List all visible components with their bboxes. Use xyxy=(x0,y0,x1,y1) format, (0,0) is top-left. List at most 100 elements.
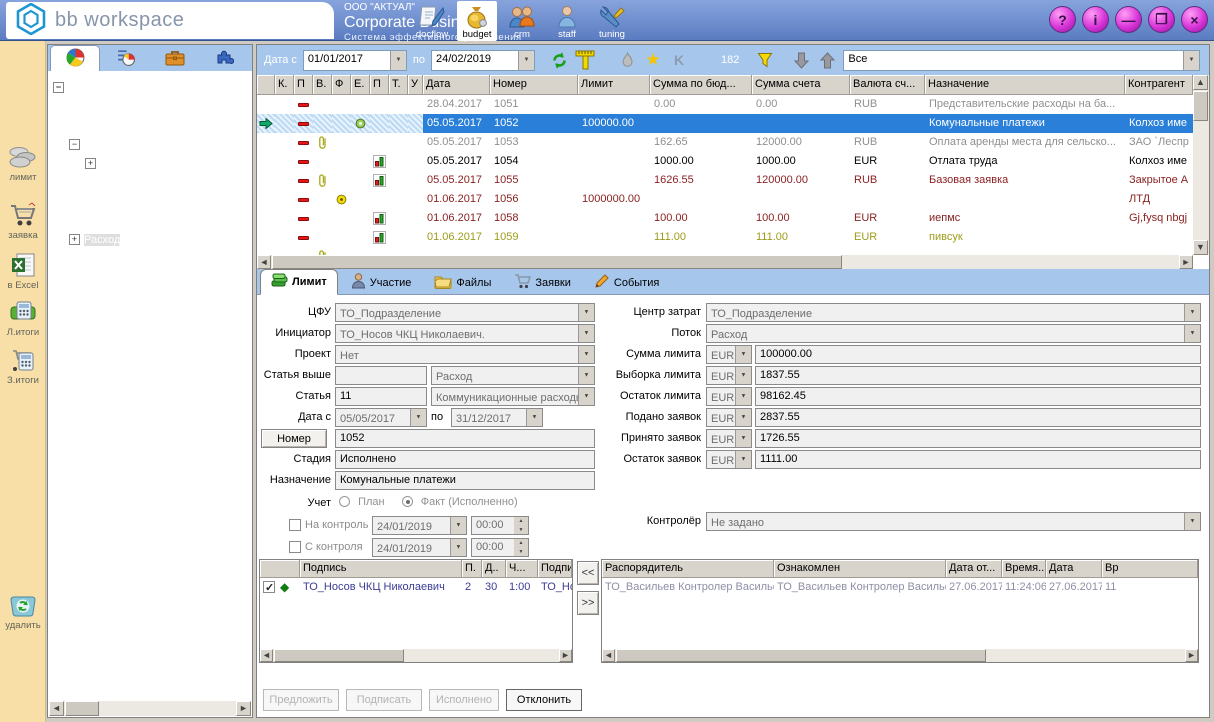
controller-select[interactable]: Не задано xyxy=(706,512,1201,531)
chevron-down-icon[interactable] xyxy=(410,409,426,426)
table-row[interactable]: 05.05.201710551626.55120000.00RUBБазовая… xyxy=(257,171,1193,190)
cfu-select[interactable]: ТО_Подразделение xyxy=(335,303,595,322)
chevron-down-icon[interactable] xyxy=(1184,304,1200,321)
column-header[interactable]: Ч... xyxy=(506,560,538,578)
column-header[interactable]: Валюта сч... xyxy=(850,75,925,95)
tree-tab-pie[interactable] xyxy=(50,45,100,71)
sidebar-item-coins[interactable]: лимит xyxy=(0,141,46,183)
on-control-date-select[interactable]: 24/01/2019 xyxy=(372,516,467,535)
from-control-time-spinner[interactable] xyxy=(514,538,529,557)
manager-row[interactable]: ТО_Васильев Контролер ВасильевичТО_Васил… xyxy=(602,578,1198,597)
module-docflow[interactable]: docflow xyxy=(412,1,452,41)
tree-item[interactable]: +Комиссионные доходы xyxy=(49,154,251,173)
column-header[interactable]: Т. xyxy=(389,75,408,95)
column-header[interactable]: Номер xyxy=(490,75,578,95)
tree-item[interactable]: −Бюджетообразующие статьи xyxy=(49,78,251,97)
collapse-signers-button[interactable]: << xyxy=(577,561,599,585)
favorites-star-icon[interactable]: ★ xyxy=(643,49,663,71)
number-field[interactable]: 1052 xyxy=(335,429,595,448)
flow-select[interactable]: Расход xyxy=(706,324,1201,343)
column-header[interactable]: Сумма счета xyxy=(752,75,850,95)
date-from-select[interactable]: 01/01/2017 xyxy=(303,50,407,71)
money-value-field[interactable]: 2837.55 xyxy=(755,408,1201,427)
grid-vertical-scrollbar[interactable]: ▲ ▼ xyxy=(1193,75,1209,255)
column-header[interactable]: У xyxy=(408,75,423,95)
scroll-thumb[interactable] xyxy=(272,255,842,269)
category-filter-select[interactable]: Все xyxy=(843,50,1200,71)
currency-select[interactable]: EUR xyxy=(706,408,752,427)
chevron-down-icon[interactable] xyxy=(450,539,466,556)
money-value-field[interactable]: 98162.45 xyxy=(755,387,1201,406)
from-control-date-select[interactable]: 24/01/2019 xyxy=(372,538,467,557)
column-header[interactable]: Е. xyxy=(351,75,370,95)
collapse-icon[interactable]: − xyxy=(53,82,64,93)
minimize-button[interactable]: — xyxy=(1115,6,1142,33)
chevron-down-icon[interactable] xyxy=(390,51,406,70)
tab-person[interactable]: Участие xyxy=(341,271,422,294)
column-header[interactable]: Подпис xyxy=(538,560,572,578)
scroll-thumb[interactable] xyxy=(1193,91,1208,121)
from-control-time-field[interactable]: 00:00 xyxy=(471,538,515,557)
expand-icon[interactable]: + xyxy=(85,158,96,169)
chevron-down-icon[interactable] xyxy=(1184,513,1200,530)
on-control-time-field[interactable]: 00:00 xyxy=(471,516,515,535)
table-row[interactable]: 28.04.201710510.000.00RUBПредставительск… xyxy=(257,95,1193,114)
column-header[interactable] xyxy=(257,75,275,95)
tree-tab-puzzle[interactable] xyxy=(200,47,250,71)
chevron-down-icon[interactable] xyxy=(735,388,751,405)
help-button[interactable]: ? xyxy=(1049,6,1076,33)
on-control-checkbox[interactable] xyxy=(289,519,301,531)
column-header[interactable]: Сумма по бюд... xyxy=(650,75,752,95)
chevron-down-icon[interactable] xyxy=(1184,325,1200,342)
column-header[interactable]: Контрагент xyxy=(1125,75,1193,95)
tab-limit[interactable]: Лимит xyxy=(260,269,338,295)
column-header[interactable]: Ф xyxy=(332,75,351,95)
chevron-down-icon[interactable] xyxy=(526,409,542,426)
module-tuning[interactable]: tuning xyxy=(592,1,632,41)
signatures-scrollbar[interactable]: ◄ ► xyxy=(260,649,572,662)
on-control-time-spinner[interactable] xyxy=(514,516,529,535)
scroll-right-icon[interactable]: ► xyxy=(559,649,572,662)
chevron-down-icon[interactable] xyxy=(735,346,751,363)
chevron-down-icon[interactable] xyxy=(735,451,751,468)
tab-pencil[interactable]: События xyxy=(584,271,669,294)
currency-select[interactable]: EUR xyxy=(706,387,752,406)
close-button[interactable]: × xyxy=(1181,6,1208,33)
column-header[interactable]: Дата xyxy=(1046,560,1102,578)
move-down-icon[interactable] xyxy=(791,49,811,71)
limit-date-from-select[interactable]: 05/05/2017 xyxy=(335,408,427,427)
scroll-down-icon[interactable]: ▼ xyxy=(1193,240,1208,255)
table-row[interactable]: 01.06.201710561000000.00ЛТД xyxy=(257,190,1193,209)
article-field[interactable]: 11 xyxy=(335,387,427,406)
tree-item[interactable]: Шаблон полей слияния bb xyxy=(49,192,251,211)
managers-scrollbar[interactable]: ◄ ► xyxy=(602,649,1198,662)
tree-item[interactable]: Избранное xyxy=(49,97,251,116)
k-filter-icon[interactable]: K xyxy=(669,49,689,71)
tree-item[interactable]: −Доход xyxy=(49,135,251,154)
column-header[interactable]: Д.. xyxy=(482,560,506,578)
scroll-right-icon[interactable]: ► xyxy=(1185,649,1198,662)
measure-icon[interactable] xyxy=(575,49,595,71)
column-header[interactable]: Дата от... xyxy=(946,560,1002,578)
scroll-up-icon[interactable]: ▲ xyxy=(1193,75,1208,90)
table-row[interactable]: 05.05.201710541000.001000.00EURОтлата тр… xyxy=(257,152,1193,171)
column-header[interactable]: П xyxy=(294,75,313,95)
chevron-down-icon[interactable] xyxy=(735,367,751,384)
collapse-icon[interactable]: − xyxy=(69,139,80,150)
scroll-left-icon[interactable]: ◄ xyxy=(602,649,615,662)
scroll-thumb[interactable] xyxy=(65,701,99,716)
chevron-down-icon[interactable] xyxy=(1183,51,1199,70)
plan-radio[interactable] xyxy=(339,496,350,507)
flame-icon[interactable] xyxy=(617,49,637,71)
отклонить-button[interactable]: Отклонить xyxy=(506,689,582,711)
tree-item[interactable]: Аренда xyxy=(49,211,251,230)
scroll-left-icon[interactable]: ◄ xyxy=(257,255,271,269)
fact-radio[interactable] xyxy=(402,496,413,507)
currency-select[interactable]: EUR xyxy=(706,345,752,364)
sidebar-item-calc2[interactable]: З.итоги xyxy=(0,344,46,386)
tree-horizontal-scrollbar[interactable]: ◄ ► xyxy=(49,701,251,716)
tree-tab-briefcase[interactable] xyxy=(150,47,200,71)
article-above-field[interactable] xyxy=(335,366,427,385)
scroll-left-icon[interactable]: ◄ xyxy=(49,701,64,716)
grid-horizontal-scrollbar[interactable]: ◄ ► xyxy=(257,255,1193,269)
